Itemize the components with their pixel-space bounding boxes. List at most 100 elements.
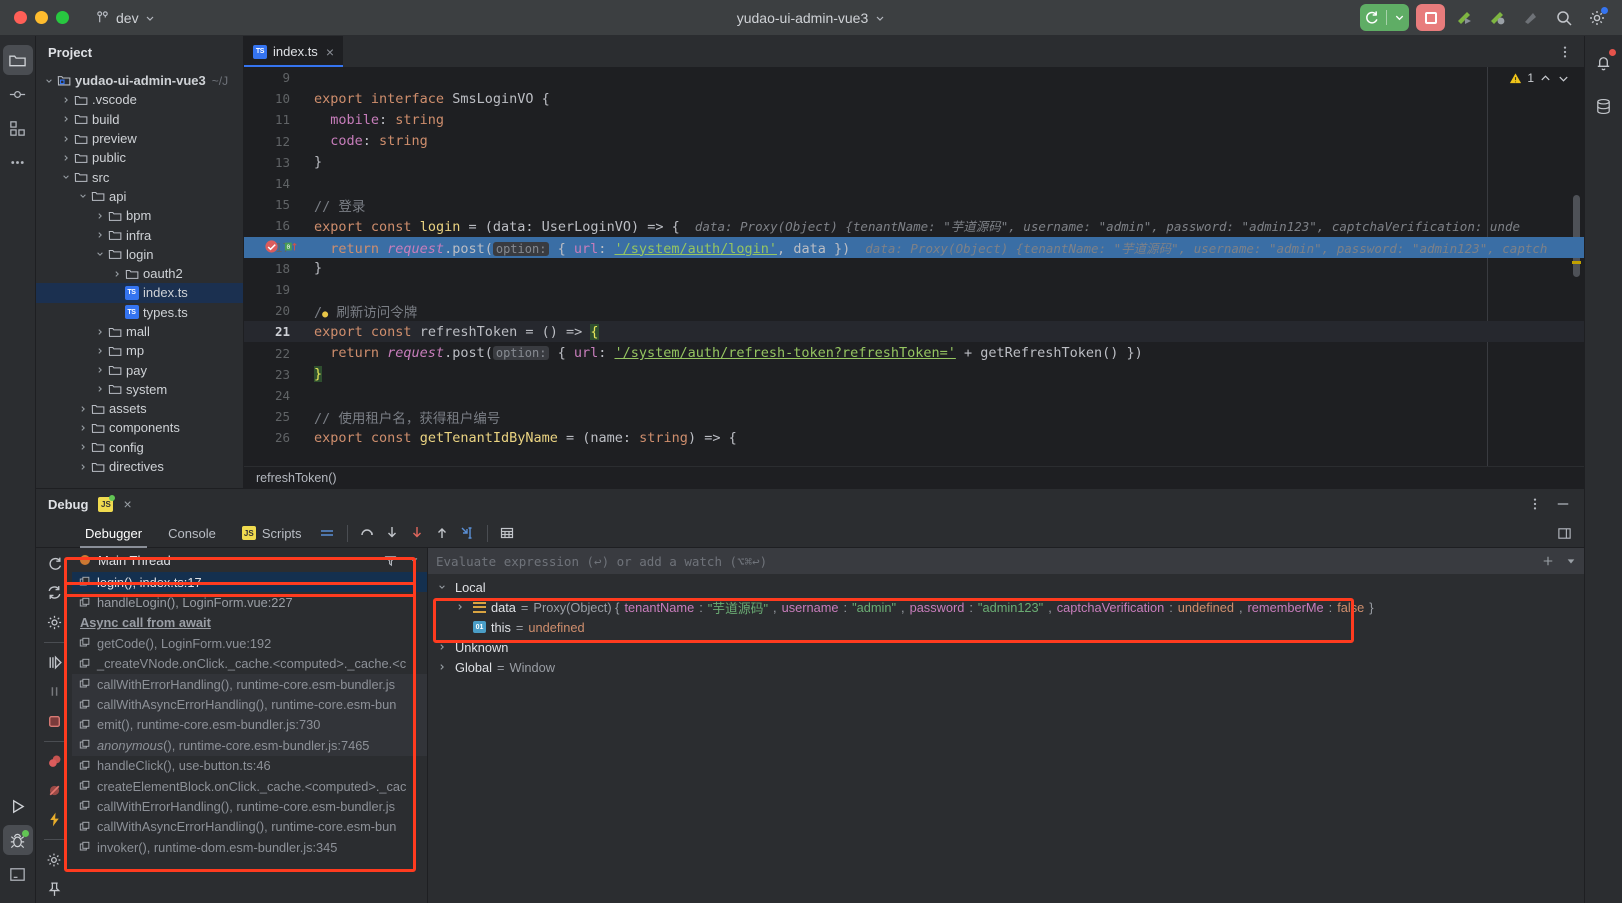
tab-index-ts[interactable]: TS index.ts ×	[244, 36, 343, 67]
code-line[interactable]: 18}	[244, 258, 1584, 279]
chevron-down-icon[interactable]	[59, 173, 72, 181]
stack-frame-row[interactable]: createElementBlock.onClick._cache.<compu…	[72, 776, 427, 796]
stack-frame-row[interactable]: login(), index.ts:17	[72, 572, 427, 592]
chevron-right-icon[interactable]	[93, 328, 106, 336]
search-button[interactable]	[1551, 5, 1577, 31]
run-to-cursor-button[interactable]	[455, 521, 480, 546]
js-config-icon[interactable]: JS	[98, 497, 113, 512]
notifications-button[interactable]	[1590, 48, 1618, 76]
tab-scripts[interactable]: JS Scripts	[229, 519, 315, 548]
sidebar-item-commit[interactable]	[3, 79, 33, 109]
tree-node-mp[interactable]: mp	[36, 341, 243, 360]
code-line[interactable]: 15// 登录	[244, 194, 1584, 215]
chevron-down-icon[interactable]	[434, 583, 450, 591]
thread-selector[interactable]: Main Thread	[72, 548, 427, 572]
chevron-right-icon[interactable]	[76, 405, 89, 413]
stop-button[interactable]	[1416, 4, 1445, 31]
stack-frame-row[interactable]: emit(), runtime-core.esm-bundler.js:730	[72, 715, 427, 735]
maximize-window-button[interactable]	[56, 11, 69, 24]
run-button[interactable]	[1452, 5, 1478, 31]
tree-node-components[interactable]: components	[36, 418, 243, 437]
tree-node-preview[interactable]: preview	[36, 129, 243, 148]
tree-node-api[interactable]: api	[36, 187, 243, 206]
stack-frame-row[interactable]: callWithAsyncErrorHandling(), runtime-co…	[72, 817, 427, 837]
tree-node-assets[interactable]: assets	[36, 399, 243, 418]
previous-problem-icon[interactable]	[1539, 72, 1552, 85]
tree-node-pay[interactable]: pay	[36, 360, 243, 379]
debug-layout-settings-button[interactable]	[40, 846, 68, 873]
chevron-down-icon[interactable]	[93, 250, 106, 258]
editor-options-button[interactable]	[1546, 36, 1584, 67]
tree-node-index-ts[interactable]: TSindex.ts	[36, 283, 243, 302]
rerun-debug-button[interactable]	[40, 550, 68, 577]
breakpoint-icon[interactable]	[264, 239, 279, 254]
frames-list[interactable]: login(), index.ts:17handleLogin(), Login…	[72, 572, 427, 857]
tree-node-yudao-ui-admin-vue3[interactable]: yudao-ui-admin-vue3~/J	[36, 71, 243, 90]
stack-frame-row[interactable]: anonymous(), runtime-core.esm-bundler.js…	[72, 735, 427, 755]
stack-frame-row[interactable]: callWithErrorHandling(), runtime-core.es…	[72, 674, 427, 694]
code-line[interactable]: 16export const login = (data: UserLoginV…	[244, 215, 1584, 236]
sidebar-item-debug[interactable]	[3, 825, 33, 855]
code-line[interactable]: 25// 使用租户名，获得租户编号	[244, 406, 1584, 427]
step-out-button[interactable]	[430, 521, 455, 546]
chevron-down-icon[interactable]	[1566, 556, 1576, 566]
close-window-button[interactable]	[14, 11, 27, 24]
tree-node-login[interactable]: login	[36, 245, 243, 264]
step-into-button[interactable]	[380, 521, 405, 546]
sidebar-item-terminal[interactable]	[3, 859, 33, 889]
tree-node--vscode[interactable]: .vscode	[36, 90, 243, 109]
pin-tab-button[interactable]	[40, 876, 68, 903]
code-line[interactable]: 24	[244, 385, 1584, 406]
debug-button[interactable]	[1485, 5, 1511, 31]
stack-frame-row[interactable]: callWithAsyncErrorHandling(), runtime-co…	[72, 694, 427, 714]
stack-frame-row[interactable]: handleLogin(), LoginForm.vue:227	[72, 592, 427, 612]
chevron-down-icon[interactable]	[42, 77, 55, 85]
code-line[interactable]: 13}	[244, 152, 1584, 173]
code-line[interactable]: 11 mobile: string	[244, 109, 1584, 130]
code-line[interactable]: 21export const refreshToken = () => {	[244, 321, 1584, 342]
chevron-right-icon[interactable]	[76, 443, 89, 451]
chevron-right-icon[interactable]	[93, 385, 106, 393]
stack-frame-row[interactable]: handleClick(), use-button.ts:46	[72, 756, 427, 776]
chevron-right-icon[interactable]	[59, 135, 72, 143]
chevron-right-icon[interactable]	[59, 154, 72, 162]
view-breakpoints-button[interactable]	[40, 748, 68, 775]
database-button[interactable]	[1590, 92, 1618, 120]
breadcrumb[interactable]: refreshToken()	[244, 466, 1584, 488]
mute-breakpoints-button[interactable]	[40, 777, 68, 804]
close-debug-icon[interactable]: ×	[123, 496, 131, 512]
chevron-right-icon[interactable]	[59, 96, 72, 104]
tree-node-bpm[interactable]: bpm	[36, 206, 243, 225]
tree-node-system[interactable]: system	[36, 380, 243, 399]
code-line[interactable]: 14	[244, 173, 1584, 194]
debug-settings-button[interactable]	[40, 609, 68, 636]
chevron-right-icon[interactable]	[93, 366, 106, 374]
tree-node-mall[interactable]: mall	[36, 322, 243, 341]
chevron-right-icon[interactable]	[93, 347, 106, 355]
filter-icon[interactable]	[384, 554, 397, 567]
chevron-right-icon[interactable]	[76, 424, 89, 432]
settings-button[interactable]	[1584, 5, 1610, 31]
sidebar-item-project[interactable]	[3, 45, 33, 75]
code-line[interactable]: 26export const getTenantIdByName = (name…	[244, 427, 1584, 448]
inspection-widget[interactable]: 1	[1509, 71, 1570, 85]
evaluate-expression-button[interactable]	[40, 806, 68, 833]
tree-node-config[interactable]: config	[36, 438, 243, 457]
coverage-button[interactable]	[1518, 5, 1544, 31]
sidebar-item-more[interactable]	[3, 147, 33, 177]
code-line[interactable]: 20/● 刷新访问令牌	[244, 300, 1584, 321]
chevron-right-icon[interactable]	[110, 270, 123, 278]
step-over-side-button[interactable]	[40, 649, 68, 676]
code-line[interactable]: 170 return request.post(option: { url: '…	[244, 237, 1584, 258]
code-editor[interactable]: 1 910export interface SmsLoginVO {11 mob…	[244, 67, 1584, 466]
variable-row[interactable]: 01this = undefined	[428, 617, 1584, 637]
step-over-button[interactable]	[355, 521, 380, 546]
force-step-into-button[interactable]	[405, 521, 430, 546]
variables-tree[interactable]: Localdata = Proxy(Object) {tenantName: "…	[428, 574, 1584, 677]
chevron-down-icon[interactable]	[409, 555, 419, 565]
layout-button[interactable]	[315, 521, 340, 546]
tree-node-oauth2[interactable]: oauth2	[36, 264, 243, 283]
tree-node-directives[interactable]: directives	[36, 457, 243, 476]
project-tree[interactable]: yudao-ui-admin-vue3~/J.vscodebuildprevie…	[36, 68, 243, 488]
code-line[interactable]: 10export interface SmsLoginVO {	[244, 88, 1584, 109]
